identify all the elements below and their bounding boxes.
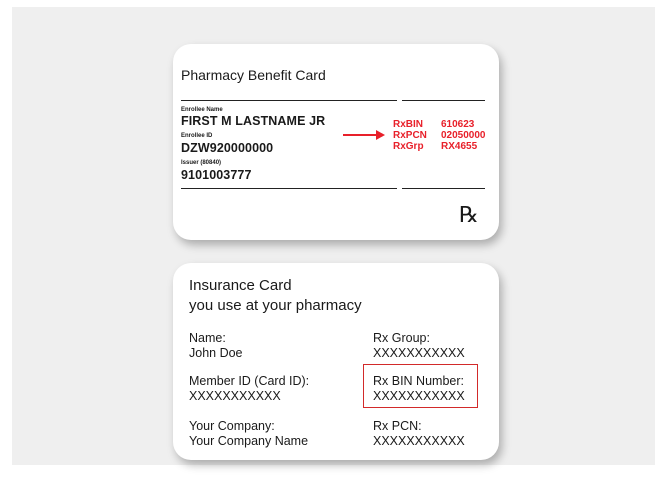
member-id-value: XXXXXXXXXXX [189,389,281,403]
insurance-card: Insurance Card you use at your pharmacy … [173,263,499,460]
issuer-label: Issuer (80840) [181,160,222,166]
rxpcn-label: RxPCN [393,130,427,141]
insurance-card-title-line2: you use at your pharmacy [189,297,362,314]
name-label: Name: [189,331,226,345]
rx-bin-value: XXXXXXXXXXX [373,389,465,403]
rxbin-label: RxBIN [393,119,424,130]
insurance-card-title: Insurance Card you use at your pharmacy [189,276,362,316]
rxgrp-label: RxGrp [393,141,424,152]
pharmacy-benefit-card: Pharmacy Benefit Card Enrollee Name FIRS… [173,44,499,240]
rxpcn-value: 02050000 [441,130,486,141]
company-label: Your Company: [189,419,275,433]
issuer-id-value: 9101003777 [181,168,252,182]
enrollee-id-value: DZW920000000 [181,141,274,155]
rx-group-value: XXXXXXXXXXX [373,346,465,360]
divider-bottom-left [181,188,397,189]
insurance-card-title-line1: Insurance Card [189,277,292,294]
divider-top-right [402,100,485,101]
rx-prescription-icon: ℞ [459,202,479,227]
divider-top-left [181,100,397,101]
company-value: Your Company Name [189,434,309,448]
enrollee-id-label: Enrollee ID [181,133,213,139]
rxbin-value: 610623 [441,119,475,130]
rx-pcn-label: Rx PCN: [373,419,422,433]
member-id-label: Member ID (Card ID): [189,374,310,388]
name-value: John Doe [189,346,243,360]
pharmacy-card-title: Pharmacy Benefit Card [181,67,326,83]
enrollee-name-label: Enrollee Name [181,107,223,113]
rxgrp-value: RX4655 [441,141,478,152]
divider-bottom-right [402,188,485,189]
enrollee-name-value: FIRST M LASTNAME JR [181,114,326,128]
rx-pcn-value: XXXXXXXXXXX [373,434,465,448]
red-arrow-icon [343,130,385,140]
rx-group-label: Rx Group: [373,331,430,345]
rx-bin-label: Rx BIN Number: [373,374,464,388]
